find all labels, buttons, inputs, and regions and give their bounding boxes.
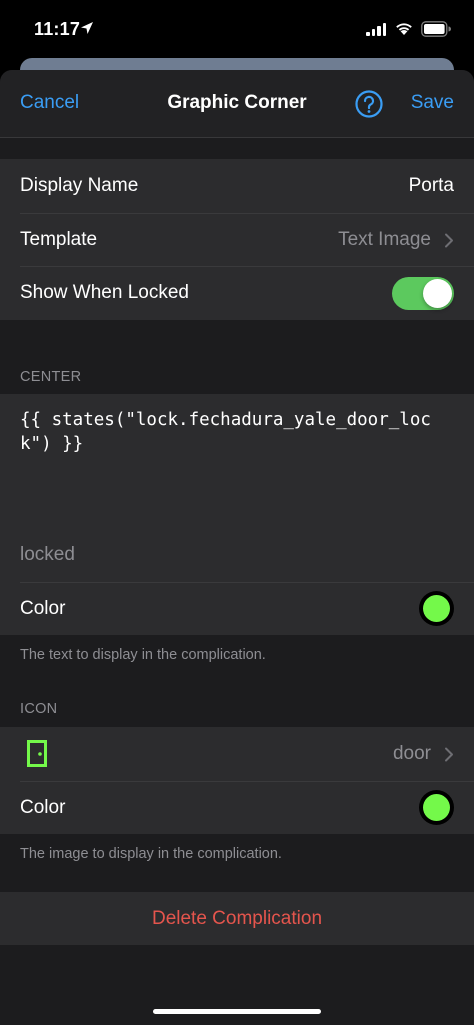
chevron-right-icon <box>445 747 453 762</box>
navigation-bar: Cancel Graphic Corner Save <box>0 70 474 138</box>
show-when-locked-label: Show When Locked <box>20 282 189 303</box>
general-settings-group: Display Name Porta Template Text Image S… <box>0 159 474 320</box>
template-row[interactable]: Template Text Image <box>0 212 474 267</box>
icon-color-label: Color <box>20 796 66 818</box>
display-name-value[interactable]: Porta <box>409 175 454 197</box>
icon-section-footer: The image to display in the complication… <box>20 846 282 862</box>
center-group: {{ states("lock.fechadura_yale_door_lock… <box>0 394 474 635</box>
center-color-swatch[interactable] <box>419 590 454 626</box>
wifi-icon <box>396 23 412 35</box>
page-title: Graphic Corner <box>167 92 307 113</box>
complication-sheet: Cancel Graphic Corner Save Display Name … <box>0 70 474 1025</box>
preview-row: locked <box>0 528 474 582</box>
icon-color-row[interactable]: Color <box>0 780 474 835</box>
icon-section-header: ICON <box>20 701 58 717</box>
icon-group: door Color <box>0 727 474 834</box>
template-editor[interactable]: {{ states("lock.fechadura_yale_door_lock… <box>0 394 474 528</box>
help-icon[interactable] <box>355 90 383 118</box>
icon-select-row[interactable]: door <box>0 727 474 781</box>
delete-complication-button[interactable]: Delete Complication <box>0 892 474 945</box>
show-when-locked-row: Show When Locked <box>0 266 474 320</box>
center-color-row[interactable]: Color <box>0 581 474 636</box>
template-value: Text Image <box>338 228 431 250</box>
show-when-locked-toggle[interactable] <box>392 277 454 310</box>
battery-icon <box>421 21 451 37</box>
icon-color-swatch[interactable] <box>419 789 454 825</box>
toggle-knob <box>423 279 452 308</box>
chevron-right-icon <box>445 233 453 247</box>
status-bar: 11:17 <box>0 0 474 58</box>
template-label: Template <box>20 228 98 250</box>
center-color-label: Color <box>20 597 66 619</box>
center-section-footer: The text to display in the complication. <box>20 647 266 663</box>
template-text[interactable]: {{ states("lock.fechadura_yale_door_lock… <box>20 408 460 456</box>
template-preview: locked <box>20 544 75 565</box>
display-name-label: Display Name <box>20 175 139 196</box>
location-arrow-icon <box>81 22 93 34</box>
display-name-row[interactable]: Display Name Porta <box>0 159 474 213</box>
icon-name-value: door <box>392 743 431 764</box>
center-section-header: CENTER <box>20 369 82 385</box>
cellular-signal-icon <box>366 22 386 36</box>
door-icon <box>27 740 47 767</box>
save-button[interactable]: Save <box>411 92 454 114</box>
status-time: 11:17 <box>34 19 81 39</box>
delete-complication-label: Delete Complication <box>151 908 323 929</box>
home-indicator[interactable] <box>153 1009 321 1014</box>
